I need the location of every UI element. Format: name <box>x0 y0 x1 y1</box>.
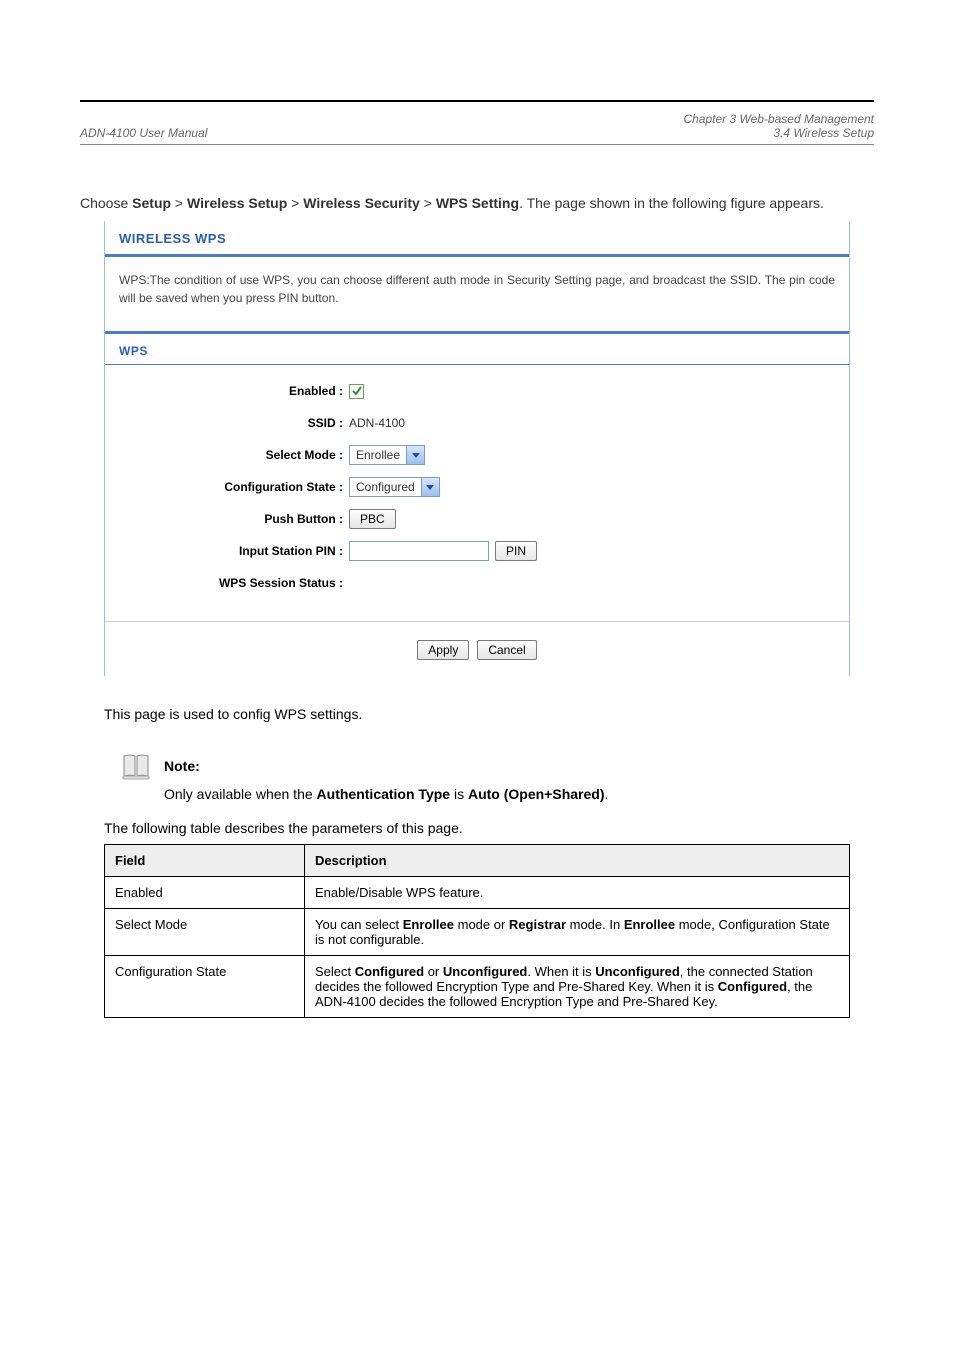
chevron-down-icon <box>421 478 439 496</box>
chevron-down-icon <box>406 446 424 464</box>
note-block: Note: <box>120 752 850 780</box>
screenshot-panel: WIRELESS WPS WPS:The condition of use WP… <box>104 221 850 676</box>
ssid-value: ADN-4100 <box>349 416 405 430</box>
label-config-state: Configuration State : <box>119 480 349 494</box>
apply-button[interactable]: Apply <box>417 640 469 660</box>
cell-description: You can select Enrollee mode or Registra… <box>305 909 850 956</box>
label-push-button: Push Button : <box>119 512 349 526</box>
panel-description: WPS:The condition of use WPS, you can ch… <box>105 257 849 325</box>
table-intro: The following table describes the parame… <box>104 820 850 836</box>
table-header-row: Field Description <box>105 845 850 877</box>
label-ssid: SSID : <box>119 416 349 430</box>
select-mode-dropdown[interactable]: Enrollee <box>349 445 425 465</box>
config-state-dropdown[interactable]: Configured <box>349 477 440 497</box>
note-label: Note: <box>164 758 200 774</box>
header-right-2: 3.4 Wireless Setup <box>683 126 874 140</box>
header-left: ADN-4100 User Manual <box>80 126 207 140</box>
table-row: Configuration State Select Configured or… <box>105 956 850 1018</box>
cancel-button[interactable]: Cancel <box>477 640 536 660</box>
cell-field: Enabled <box>105 877 305 909</box>
doc-header: ADN-4100 User Manual Chapter 3 Web-based… <box>80 112 874 140</box>
panel-title: WIRELESS WPS <box>105 221 849 257</box>
th-field: Field <box>105 845 305 877</box>
intro-text: Choose Setup > Wireless Setup > Wireless… <box>80 195 874 211</box>
cell-field: Configuration State <box>105 956 305 1018</box>
section-title: WPS <box>105 331 849 365</box>
check-icon <box>351 385 363 397</box>
note-text: Only available when the Authentication T… <box>164 786 850 802</box>
pin-button[interactable]: PIN <box>495 541 537 561</box>
table-row: Select Mode You can select Enrollee mode… <box>105 909 850 956</box>
label-select-mode: Select Mode : <box>119 448 349 462</box>
parameters-table: Field Description Enabled Enable/Disable… <box>104 844 850 1018</box>
pbc-button[interactable]: PBC <box>349 509 396 529</box>
label-enabled: Enabled : <box>119 384 349 398</box>
cell-description: Select Configured or Unconfigured. When … <box>305 956 850 1018</box>
book-icon <box>120 752 152 780</box>
description-paragraph: This page is used to config WPS settings… <box>104 706 850 722</box>
header-right-1: Chapter 3 Web-based Management <box>683 112 874 126</box>
table-row: Enabled Enable/Disable WPS feature. <box>105 877 850 909</box>
select-mode-value: Enrollee <box>350 448 406 462</box>
station-pin-field[interactable] <box>349 541 489 561</box>
enabled-checkbox[interactable] <box>349 384 364 399</box>
label-input-pin: Input Station PIN : <box>119 544 349 558</box>
cell-field: Select Mode <box>105 909 305 956</box>
cell-description: Enable/Disable WPS feature. <box>305 877 850 909</box>
config-state-value: Configured <box>350 480 421 494</box>
label-session-status: WPS Session Status : <box>119 576 349 590</box>
th-description: Description <box>305 845 850 877</box>
